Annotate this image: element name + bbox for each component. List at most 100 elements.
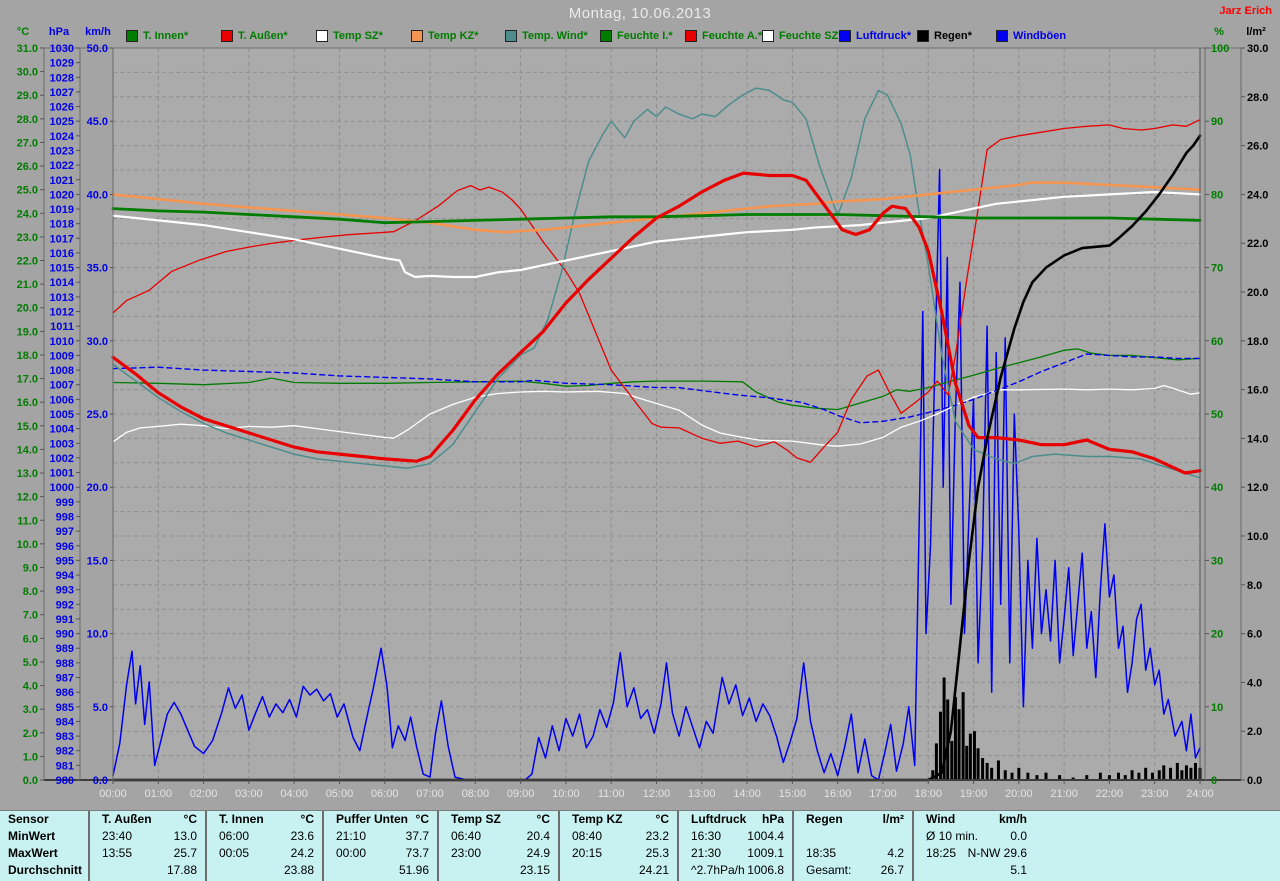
table-cell: Wind [926, 812, 956, 826]
axis-tick-label: 0.0 [23, 775, 38, 787]
axis-tick-label: 985 [56, 702, 74, 714]
time-tick-label: 20:00 [1005, 788, 1033, 800]
table-cell: 23:00 [451, 846, 482, 860]
axis-tick-label: 1027 [50, 87, 74, 99]
axis-tick-label: 1025 [50, 116, 74, 128]
time-tick-label: 14:00 [733, 788, 761, 800]
table-cell: 23.6 [290, 829, 314, 843]
axis-tick-label: 12.0 [1247, 482, 1268, 494]
rain-bar [1098, 772, 1102, 780]
rain-bar [972, 731, 976, 780]
axis-tick-label: 992 [56, 599, 74, 611]
table-cell: 23.88 [283, 863, 314, 877]
axis-tick-label: 1001 [50, 468, 74, 480]
table-cell: 13:55 [102, 846, 133, 860]
table-cell: 0.0 [1010, 829, 1027, 843]
axis-tick-label: 1000 [50, 482, 74, 494]
axis-tick-label: 22.0 [1247, 238, 1268, 250]
axis-tick-label: 5.0 [23, 657, 38, 669]
time-tick-label: 23:00 [1141, 788, 1169, 800]
table-cell: N-NW 29.6 [967, 846, 1027, 860]
rain-bar [1044, 772, 1048, 780]
axis-tick-label: 986 [56, 687, 74, 699]
axis-kmh: 50.0 45.0 40.0 35.0 30.0 25.0 20.0 15.0 10.0 5.0 0… [87, 43, 114, 787]
table-row-labels: Sensor MinWert MaxWert Durchschnitt [0, 811, 88, 881]
rain-bar [1026, 772, 1030, 780]
table-cell: 06:00 [219, 829, 250, 843]
axis-tick-label: 991 [56, 614, 74, 626]
table-cell: 1004.4 [747, 829, 784, 843]
time-tick-label: 21:00 [1050, 788, 1078, 800]
time-tick-label: 13:00 [688, 788, 716, 800]
axis-tick-label: 30.0 [87, 336, 108, 348]
time-tick-label: 01:00 [145, 788, 173, 800]
axis-tick-label: 26.0 [1247, 141, 1268, 153]
axis-tick-label: 80 [1211, 189, 1223, 201]
axis-tick-label: 1015 [50, 263, 74, 275]
axis-tick-label: 8.0 [1247, 580, 1262, 592]
time-tick-label: 08:00 [462, 788, 490, 800]
rain-bar [976, 748, 980, 780]
axis-tick-label: 4.0 [23, 681, 38, 693]
stats-table: Sensor MinWert MaxWert Durchschnitt T. Außen… [0, 810, 1280, 881]
table-cell: 00:00 [336, 846, 367, 860]
axis-tick-label: 22.0 [17, 256, 38, 268]
axis-tick-label: 993 [56, 585, 74, 597]
rain-bar [1130, 770, 1134, 780]
rain-bar [981, 758, 985, 780]
axis-tick-label: 28.0 [1247, 92, 1268, 104]
table-cell: l/m² [882, 812, 904, 826]
time-tick-label: 05:00 [326, 788, 354, 800]
table-cell: 1009.1 [747, 846, 784, 860]
table-cell: °C [300, 812, 314, 826]
axis-tick-label: 13.0 [17, 468, 38, 480]
table-cell: 51.96 [398, 863, 429, 877]
table-cell: 24.21 [638, 863, 669, 877]
table-cell: T. Innen [219, 812, 264, 826]
axis-tick-label: 20.0 [1247, 287, 1268, 299]
table-cell: 24.2 [290, 846, 314, 860]
axis-tick-label: 60 [1211, 336, 1223, 348]
axis-tick-label: 90 [1211, 116, 1223, 128]
table-column-wind: Wind km/h Ø 10 min. 0.0 18:25 N-NW 29.6 5.1 [912, 811, 1035, 881]
axis-tick-label: 1018 [50, 219, 74, 231]
table-column-t-au-en: T. Außen °C 23:40 13.0 13:55 25.7 17.88 [88, 811, 205, 881]
table-column-temp-sz: Temp SZ °C 06:40 20.4 23:00 24.9 23.15 [437, 811, 558, 881]
axis-tick-label: 982 [56, 746, 74, 758]
table-cell: 13.0 [173, 829, 197, 843]
axis-tick-label: 30.0 [1247, 43, 1268, 55]
axis-tick-label: 50 [1211, 409, 1223, 421]
axis-tick-label: 1020 [50, 189, 74, 201]
table-column-puffer-unten: Puffer Unten °C 21:10 37.7 00:00 73.7 51.96 [322, 811, 437, 881]
time-tick-label: 03:00 [235, 788, 263, 800]
axis-tick-label: 6.0 [1247, 629, 1262, 641]
axis-tick-label: 16.0 [17, 397, 38, 409]
axis-tick-label: 20.0 [17, 303, 38, 315]
table-column-luftdruck: Luftdruck hPa 16:30 1004.4 21:30 1009.1 ^2.7hP… [677, 811, 792, 881]
axis-tick-label: 50.0 [87, 43, 108, 55]
axis-tick-label: 994 [56, 570, 75, 582]
axis-percent: 1009080706050403020100 [1204, 43, 1229, 787]
axis-tick-label: 998 [56, 511, 74, 523]
axis-tick-label: 10.0 [1247, 531, 1268, 543]
table-cell: Luftdruck [691, 812, 747, 826]
axis-tick-label: 984 [56, 716, 75, 728]
time-tick-label: 11:00 [598, 788, 625, 800]
axis-tick-label: 1016 [50, 248, 74, 260]
table-row-label: MinWert [8, 829, 56, 843]
axis-tick-label: 1006 [50, 394, 74, 406]
rain-bar [1010, 772, 1014, 780]
axis-tick-label: 25.0 [87, 409, 108, 421]
rain-bar [1184, 765, 1188, 780]
time-tick-label: 17:00 [869, 788, 897, 800]
weather-app-window: Montag, 10.06.2013 Jarz Erich °C hPa km/… [0, 0, 1280, 881]
axis-tick-label: 10.0 [17, 539, 38, 551]
axis-tick-label: 9.0 [23, 562, 38, 574]
axis-tick-label: 35.0 [87, 263, 108, 275]
axis-tick-label: 0 [1211, 775, 1217, 787]
table-cell: 17.88 [166, 863, 197, 877]
table-cell: Temp SZ [451, 812, 501, 826]
axis-tick-label: 7.0 [23, 610, 38, 622]
axis-tick-label: 16.0 [1247, 385, 1268, 397]
axis-tick-label: 5.0 [93, 702, 108, 714]
